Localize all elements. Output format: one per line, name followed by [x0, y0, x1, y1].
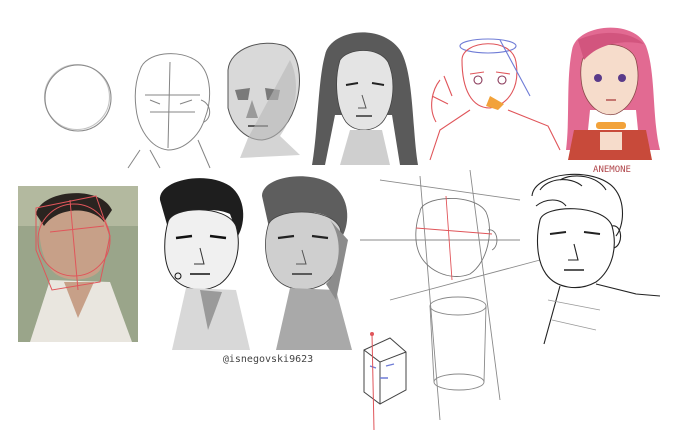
shaded-portrait-male: [262, 176, 352, 350]
shaded-bald-head: [227, 42, 300, 158]
sketch-study-sheet: ANEMONE @isnegovski9623: [18, 27, 661, 431]
long-hair-woman-head: [312, 32, 418, 165]
box-cylinder-construction: [360, 169, 541, 421]
reference-photo-with-overlay: [18, 186, 138, 342]
artist-signature: @isnegovski9623: [223, 354, 313, 365]
construction-circle-sketch: [43, 63, 112, 132]
small-blocked-head: [363, 332, 407, 431]
anemone-character-portrait: [566, 27, 660, 160]
lineart-portrait-male: [531, 173, 661, 345]
ink-portrait-male: [159, 178, 250, 350]
character-name-label: ANEMONE: [593, 165, 631, 175]
loomis-head-sketch: [127, 53, 211, 169]
construction-head-with-hand: [429, 38, 561, 161]
